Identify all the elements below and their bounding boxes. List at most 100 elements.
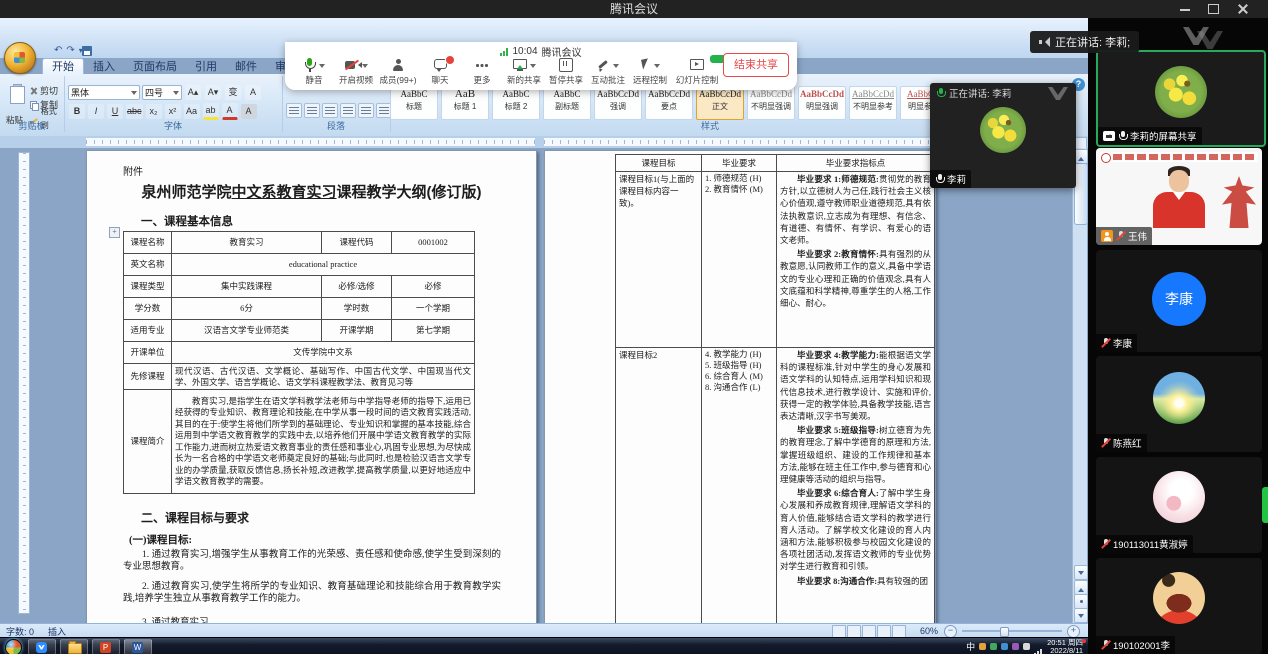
taskbar-clock[interactable]: 20:51 周四 2022/8/11 xyxy=(1047,639,1086,654)
undo-icon[interactable]: ↶ xyxy=(54,45,62,56)
next-page-icon[interactable] xyxy=(1074,608,1088,623)
insert-mode[interactable]: 插入 xyxy=(48,625,66,638)
outline-view-icon[interactable] xyxy=(877,625,891,638)
tab-home[interactable]: 开始 xyxy=(42,58,84,75)
line-spacing-button[interactable] xyxy=(358,103,374,118)
select-browse-object-icon[interactable] xyxy=(1074,594,1088,609)
scroll-down-icon[interactable] xyxy=(1074,565,1088,580)
align-right-button[interactable] xyxy=(322,103,338,118)
print-layout-view-icon[interactable] xyxy=(832,625,846,638)
speaker-popup[interactable]: 正在讲话: 李莉 李莉 xyxy=(930,83,1076,188)
chat-button[interactable]: 聊天 xyxy=(419,58,461,86)
members-button[interactable]: 成员(99+) xyxy=(377,58,419,86)
cut-button[interactable]: 剪切 xyxy=(30,84,64,98)
slide-control-button[interactable]: 幻灯片控制 xyxy=(671,58,723,86)
character-border-button[interactable]: A xyxy=(245,85,261,100)
style-item[interactable]: AaBbCcDd强调 xyxy=(594,86,642,120)
horizontal-ruler[interactable] xyxy=(0,136,1088,148)
italic-button[interactable]: I xyxy=(88,104,104,119)
sidebar-handle[interactable] xyxy=(1262,487,1268,523)
scroll-up-icon[interactable] xyxy=(1074,149,1088,164)
paste-button[interactable] xyxy=(6,84,28,114)
annotation-button[interactable]: 互动批注 xyxy=(587,58,629,86)
phonetic-guide-button[interactable]: 变 xyxy=(225,85,241,100)
pause-share-button[interactable]: 暂停共享 xyxy=(545,58,587,86)
more-button[interactable]: 更多 xyxy=(461,58,503,86)
style-item[interactable]: AaBbCcDd不明显参考 xyxy=(849,86,897,120)
document-page-2[interactable]: 课程目标毕业要求毕业要求指标点 课程目标1(与上面的课程目标内容一致)。 1. … xyxy=(544,150,936,625)
character-shading-button[interactable]: A xyxy=(241,104,257,119)
chevron-down-icon[interactable] xyxy=(530,64,536,71)
minimize-button[interactable] xyxy=(1174,0,1196,18)
taskbar-folder-button[interactable] xyxy=(60,639,88,654)
participant-tile[interactable]: 王伟 xyxy=(1096,148,1262,245)
participant-tile[interactable]: 李莉的屏幕共享 xyxy=(1096,50,1266,147)
previous-page-icon[interactable] xyxy=(1074,580,1088,595)
strikethrough-button[interactable]: abc xyxy=(126,104,143,119)
vertical-scrollbar[interactable] xyxy=(1072,148,1087,623)
taskbar-word-button[interactable] xyxy=(124,639,152,654)
new-share-button[interactable]: 新的共享 xyxy=(503,58,545,86)
scrollbar-thumb[interactable] xyxy=(1074,163,1088,225)
subscript-button[interactable]: x₂ xyxy=(146,104,162,119)
end-share-button[interactable]: 结束共享 xyxy=(723,53,789,77)
document-page-1[interactable]: 附件 泉州师范学院中文系教育实习课程教学大纲(修订版) 一、课程基本信息 + 课… xyxy=(86,150,537,625)
font-size-select[interactable]: 四号 xyxy=(142,85,182,100)
chevron-down-icon[interactable] xyxy=(319,64,325,71)
draft-view-icon[interactable] xyxy=(892,625,906,638)
chevron-down-icon[interactable] xyxy=(613,64,619,71)
style-item-selected[interactable]: AaBbCcDd正文 xyxy=(696,86,744,120)
underline-button[interactable]: U xyxy=(107,104,123,119)
style-item[interactable]: AaBbCcDd要点 xyxy=(645,86,693,120)
style-item[interactable]: AaBbC标题 2 xyxy=(492,86,540,120)
align-left-button[interactable] xyxy=(286,103,302,118)
tray-icon[interactable] xyxy=(1012,643,1019,650)
style-item[interactable]: AaBbCcDd明显强调 xyxy=(798,86,846,120)
chevron-down-icon[interactable] xyxy=(362,64,368,71)
remote-control-button[interactable]: 远程控制 xyxy=(629,58,671,86)
taskbar-meeting-button[interactable] xyxy=(28,639,56,654)
style-item[interactable]: AaBbCcDd不明显强调 xyxy=(747,86,795,120)
zoom-in-icon[interactable]: + xyxy=(1067,625,1080,638)
style-item[interactable]: AaB标题 1 xyxy=(441,86,489,120)
tab-page-layout[interactable]: 页面布局 xyxy=(124,59,186,75)
bold-button[interactable]: B xyxy=(69,104,85,119)
font-color-button[interactable]: A xyxy=(222,103,238,120)
word-count[interactable]: 字数: 0 xyxy=(6,625,34,638)
style-item[interactable]: AaBbC副标题 xyxy=(543,86,591,120)
tab-references[interactable]: 引用 xyxy=(186,59,226,75)
table-handle-icon[interactable]: + xyxy=(109,227,120,238)
office-button[interactable] xyxy=(4,42,36,74)
zoom-slider-thumb[interactable] xyxy=(1000,627,1009,637)
highlight-button[interactable]: ab xyxy=(203,103,219,120)
participant-tile[interactable]: 190113011黄淑婷 xyxy=(1096,457,1262,553)
start-video-button[interactable]: 开启视频 xyxy=(335,58,377,86)
grow-font-button[interactable]: A▴ xyxy=(185,85,201,100)
zoom-level[interactable]: 60% xyxy=(920,626,938,636)
participant-tile[interactable]: 190102001李 xyxy=(1096,558,1262,654)
volume-icon[interactable] xyxy=(1023,643,1030,650)
ime-indicator[interactable]: 中 xyxy=(966,640,975,653)
change-case-button[interactable]: Aa xyxy=(184,104,200,119)
web-layout-view-icon[interactable] xyxy=(862,625,876,638)
redo-icon[interactable]: ↷ xyxy=(66,45,74,56)
tray-icon[interactable] xyxy=(979,643,986,650)
superscript-button[interactable]: x² xyxy=(165,104,181,119)
zoom-slider[interactable] xyxy=(962,630,1062,632)
font-name-select[interactable]: 黑体 xyxy=(68,85,140,100)
align-center-button[interactable] xyxy=(304,103,320,118)
mute-button[interactable]: 静音 xyxy=(293,58,335,86)
start-button[interactable] xyxy=(5,639,22,654)
shrink-font-button[interactable]: A▾ xyxy=(205,85,221,100)
style-item[interactable]: AaBbC标题 xyxy=(390,86,438,120)
justify-button[interactable] xyxy=(340,103,356,118)
tab-insert[interactable]: 插入 xyxy=(84,59,124,75)
zoom-out-icon[interactable]: − xyxy=(944,625,957,638)
tab-mailings[interactable]: 邮件 xyxy=(226,59,266,75)
chevron-down-icon[interactable] xyxy=(654,64,660,71)
fullscreen-view-icon[interactable] xyxy=(847,625,861,638)
tray-icon[interactable] xyxy=(990,643,997,650)
maximize-button[interactable] xyxy=(1202,0,1224,18)
save-icon[interactable] xyxy=(82,46,92,56)
close-button[interactable] xyxy=(1232,0,1254,18)
